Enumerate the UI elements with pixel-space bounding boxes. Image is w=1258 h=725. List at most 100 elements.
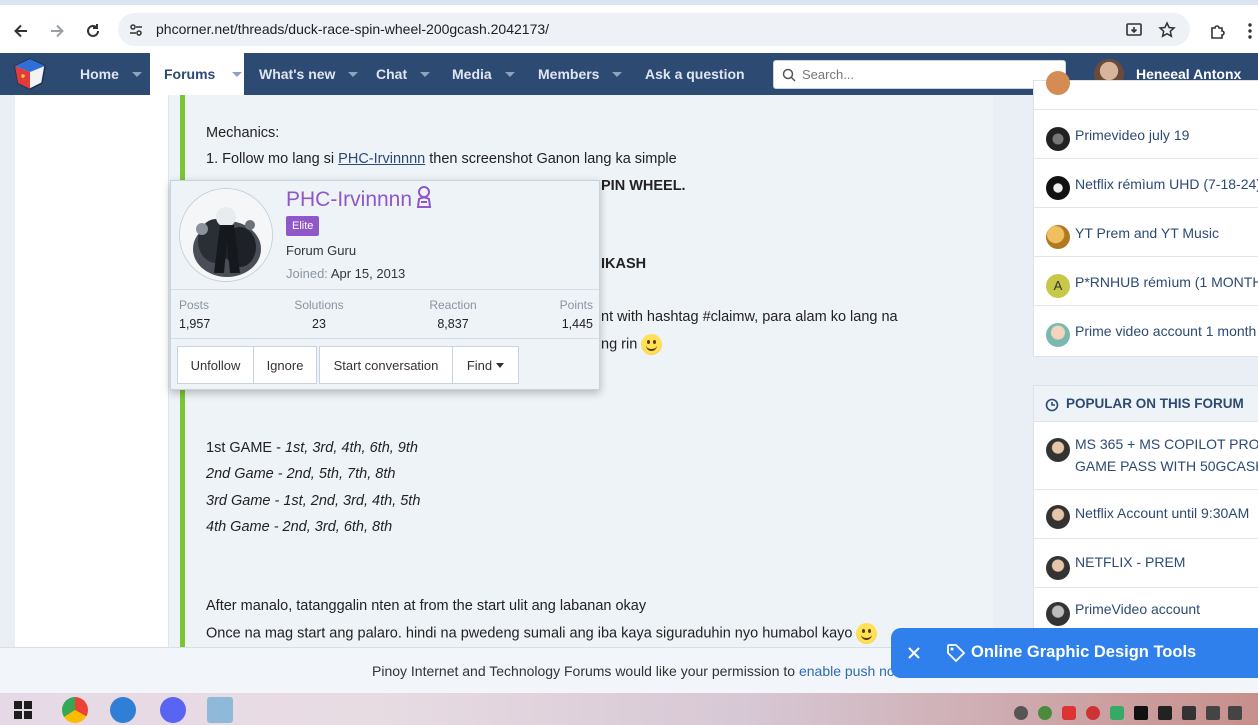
reload-icon xyxy=(87,24,99,37)
tray-icon[interactable] xyxy=(1158,706,1172,720)
puzzle-icon xyxy=(1211,25,1225,39)
list-item-title[interactable]: YT Prem and YT Music xyxy=(1075,222,1219,244)
list-item-title[interactable]: MS 365 + MS COPILOT PRO & xyxy=(1075,433,1258,455)
list-item-title[interactable]: P*RNHUB rémìum (1 MONTH) xyxy=(1075,271,1258,293)
chevron-down-icon[interactable] xyxy=(348,71,359,77)
back-button[interactable] xyxy=(9,19,33,43)
address-bar[interactable]: phcorner.net/threads/duck-race-spin-whee… xyxy=(118,13,1190,46)
forward-button[interactable] xyxy=(45,19,69,43)
list-item[interactable]: Netflix Account until 9:30AM xyxy=(1034,489,1258,538)
list-item-title[interactable]: Netflix Account until 9:30AM xyxy=(1075,502,1249,524)
tray-icon[interactable] xyxy=(1206,706,1220,720)
list-item[interactable]: YT Prem and YT Music xyxy=(1034,207,1258,256)
nav-media[interactable]: Media xyxy=(452,53,522,95)
search-input[interactable] xyxy=(802,61,1052,88)
unfollow-button[interactable]: Unfollow xyxy=(177,346,254,384)
tray-icon[interactable] xyxy=(1182,706,1196,720)
list-item[interactable] xyxy=(1034,71,1258,109)
nav-whats-new[interactable]: What's new xyxy=(259,53,359,95)
after2-text: Once na mag start ang palaro. hindi na p… xyxy=(206,625,853,642)
member-joined: Joined: Apr 15, 2013 xyxy=(286,266,405,281)
joined-label: Joined: xyxy=(286,266,328,281)
stat-value: 8,837 xyxy=(437,317,469,331)
chevron-down-icon[interactable] xyxy=(232,71,243,77)
close-icon[interactable] xyxy=(908,647,920,659)
nav-media-label: Media xyxy=(452,66,492,82)
smiley-icon xyxy=(641,334,663,355)
avatar-letter: A xyxy=(1046,274,1070,298)
stat-points[interactable]: Points 1,445 xyxy=(543,298,593,331)
list-item[interactable]: NETFLIX - PREM xyxy=(1034,538,1258,587)
list-item[interactable]: Netflix rémìum UHD (7-18-24) xyxy=(1034,158,1258,207)
tray-icon[interactable] xyxy=(1038,706,1052,720)
c-app-icon[interactable] xyxy=(110,697,136,723)
nav-ask-question[interactable]: Ask a question xyxy=(645,53,755,95)
list-item-title[interactable]: Primevideo july 19 xyxy=(1075,124,1189,146)
list-item-title[interactable]: NETFLIX - PREM xyxy=(1075,551,1185,573)
arrow-left-icon xyxy=(14,24,27,38)
line1-suffix: then screenshot Ganon lang ka simple xyxy=(425,151,677,167)
bookmark-star-icon[interactable] xyxy=(1157,20,1177,40)
stat-reaction[interactable]: Reaction 8,837 xyxy=(428,298,478,331)
member-avatar-image xyxy=(180,189,272,281)
chrome-app-icon[interactable] xyxy=(62,697,88,723)
nav-forums[interactable]: Forums xyxy=(150,53,244,95)
list-item-title-2[interactable]: GAME PASS WITH 50GCASH! xyxy=(1075,455,1258,477)
tray-icon[interactable] xyxy=(1228,706,1242,720)
list-item-title[interactable]: PrimeVideo account xyxy=(1075,598,1200,620)
list-item[interactable]: MS 365 + MS COPILOT PRO & GAME PASS WITH… xyxy=(1034,423,1258,489)
nav-chat[interactable]: Chat xyxy=(376,53,436,95)
list-item[interactable]: Prime video account 1 month xyxy=(1034,305,1258,358)
start-conversation-button[interactable]: Start conversation xyxy=(319,346,453,384)
chevron-down-icon[interactable] xyxy=(504,71,515,77)
notepad-app-icon[interactable] xyxy=(207,697,233,723)
extensions-button[interactable] xyxy=(1206,19,1230,43)
list-item[interactable]: Primevideo july 19 xyxy=(1034,109,1258,158)
member-stats: Posts 1,957 Solutions 23 Reaction 8,837 Poi… xyxy=(171,289,599,339)
post-line-5-fragment: ng rin xyxy=(601,334,663,355)
stat-label: Posts xyxy=(179,298,210,312)
list-item-title[interactable]: Netflix rémìum UHD (7-18-24) xyxy=(1075,173,1258,195)
search-box[interactable] xyxy=(773,60,1066,89)
nav-home[interactable]: Home xyxy=(80,53,150,95)
stat-value: 1,445 xyxy=(561,317,593,331)
menu-button[interactable] xyxy=(1238,19,1258,43)
member-actions: Unfollow Ignore Start conversation Find xyxy=(177,346,519,384)
tray-icon[interactable] xyxy=(1014,706,1028,720)
tray-icon[interactable] xyxy=(1062,706,1076,720)
site-logo[interactable] xyxy=(12,57,48,91)
stat-value: 23 xyxy=(312,317,326,331)
stat-posts[interactable]: Posts 1,957 xyxy=(179,298,210,331)
promo-toast[interactable]: Online Graphic Design Tools xyxy=(891,628,1258,678)
member-link[interactable]: PHC-Irvinnnn xyxy=(338,151,425,167)
member-badge: Elite xyxy=(286,216,320,236)
nav-members[interactable]: Members xyxy=(538,53,628,95)
chevron-down-icon[interactable] xyxy=(420,71,431,77)
install-app-icon[interactable] xyxy=(1124,20,1144,40)
chevron-down-icon[interactable] xyxy=(612,71,623,77)
member-name[interactable]: PHC-Irvinnnn xyxy=(286,186,434,212)
toast-text: Online Graphic Design Tools xyxy=(971,643,1197,661)
kebab-menu-icon xyxy=(1248,23,1252,39)
list-item-title[interactable]: Prime video account 1 month xyxy=(1075,320,1256,342)
game1-label: 1st GAME - xyxy=(206,440,285,456)
chevron-down-icon[interactable] xyxy=(131,71,142,77)
find-button[interactable]: Find xyxy=(453,346,519,384)
windows-start-icon[interactable] xyxy=(14,701,32,719)
stat-value: 1,957 xyxy=(179,317,211,331)
member-avatar[interactable] xyxy=(179,188,273,282)
discord-app-icon[interactable] xyxy=(160,697,186,723)
list-item[interactable]: A P*RNHUB rémìum (1 MONTH) xyxy=(1034,256,1258,305)
push-text: Pinoy Internet and Technology Forums wou… xyxy=(372,663,799,679)
tray-icon[interactable] xyxy=(1134,706,1148,720)
ignore-button[interactable]: Ignore xyxy=(254,346,317,384)
browser-toolbar: phcorner.net/threads/duck-race-spin-whee… xyxy=(0,0,1258,53)
tray-icon[interactable] xyxy=(1110,706,1124,720)
enable-push-link[interactable]: enable push no xyxy=(799,663,895,679)
avatar xyxy=(1046,438,1070,462)
post-line-3-fragment: IKASH xyxy=(601,256,647,272)
site-info-icon[interactable] xyxy=(126,20,146,40)
stat-solutions[interactable]: Solutions 23 xyxy=(294,298,344,331)
tray-icon[interactable] xyxy=(1086,706,1100,720)
reload-button[interactable] xyxy=(81,19,105,43)
